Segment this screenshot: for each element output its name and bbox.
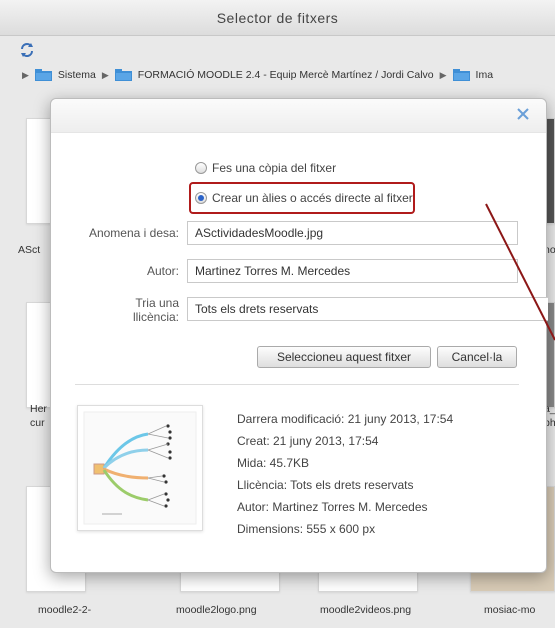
dialog-header <box>51 99 546 133</box>
info-size: Mida: 45.7KB <box>237 456 310 470</box>
info-created: Creat: 21 juny 2013, 17:54 <box>237 434 379 448</box>
file-label: cur <box>30 417 45 429</box>
file-label: moodle2logo.png <box>176 604 257 616</box>
file-label: moodle2videos.png <box>320 604 412 616</box>
breadcrumb-arrow-icon: ▶ <box>439 69 447 80</box>
file-label: Her <box>30 403 47 415</box>
save-as-input[interactable]: ASctividadesMoodle.jpg <box>187 221 518 245</box>
file-label: moodle2-2- <box>38 604 92 616</box>
breadcrumb-item-sistema[interactable]: Sistema <box>58 69 96 81</box>
cancel-button[interactable]: Cancel·la <box>437 346 517 368</box>
info-author: Autor: Martinez Torres M. Mercedes <box>237 500 428 514</box>
mindmap-thumbnail-icon <box>83 411 197 525</box>
info-license: Llicència: Tots els drets reservats <box>237 478 414 492</box>
file-label: mosiac-mo <box>484 604 536 616</box>
close-icon[interactable] <box>516 107 530 121</box>
alias-file-label: Crear un àlies o accés directe al fitxer <box>212 191 413 205</box>
license-select[interactable]: Tots els drets reservats <box>187 297 548 321</box>
breadcrumb: ▶ Sistema ▶ FORMACIÓ MOODLE 2.4 - Equip … <box>16 65 555 85</box>
author-input[interactable]: Martinez Torres M. Mercedes <box>187 259 518 283</box>
copy-file-label: Fes una còpia del fitxer <box>212 161 337 175</box>
file-label: ASct <box>18 244 41 256</box>
breadcrumb-arrow-icon: ▶ <box>22 69 29 80</box>
info-dimensions: Dimensions: 555 x 600 px <box>237 522 376 536</box>
folder-icon <box>114 69 132 81</box>
alias-file-radio[interactable] <box>195 192 207 204</box>
license-label: Tria una llicència: <box>132 296 179 324</box>
breadcrumb-item-images[interactable]: Ima <box>476 69 494 81</box>
save-as-label: Anomena i desa: <box>88 226 179 240</box>
info-modified: Darrera modificació: 21 juny 2013, 17:54 <box>237 412 454 426</box>
file-options-dialog: Fes una còpia del fitxer Crear un àlies … <box>50 98 548 573</box>
refresh-icon[interactable] <box>19 42 35 58</box>
author-label: Autor: <box>146 264 179 278</box>
copy-file-radio[interactable] <box>195 162 207 174</box>
divider <box>75 384 519 385</box>
copy-file-option[interactable]: Fes una còpia del fitxer <box>195 161 336 175</box>
window-title: Selector de fitxers <box>0 0 555 36</box>
file-preview-thumbnail <box>77 405 203 531</box>
folder-icon <box>34 69 52 81</box>
breadcrumb-item-course[interactable]: FORMACIÓ MOODLE 2.4 - Equip Mercè Martín… <box>138 69 434 81</box>
alias-file-option[interactable]: Crear un àlies o accés directe al fitxer <box>195 191 413 205</box>
folder-icon <box>452 69 470 81</box>
breadcrumb-arrow-icon: ▶ <box>101 69 109 80</box>
select-file-button[interactable]: Seleccioneu aquest fitxer <box>257 346 431 368</box>
